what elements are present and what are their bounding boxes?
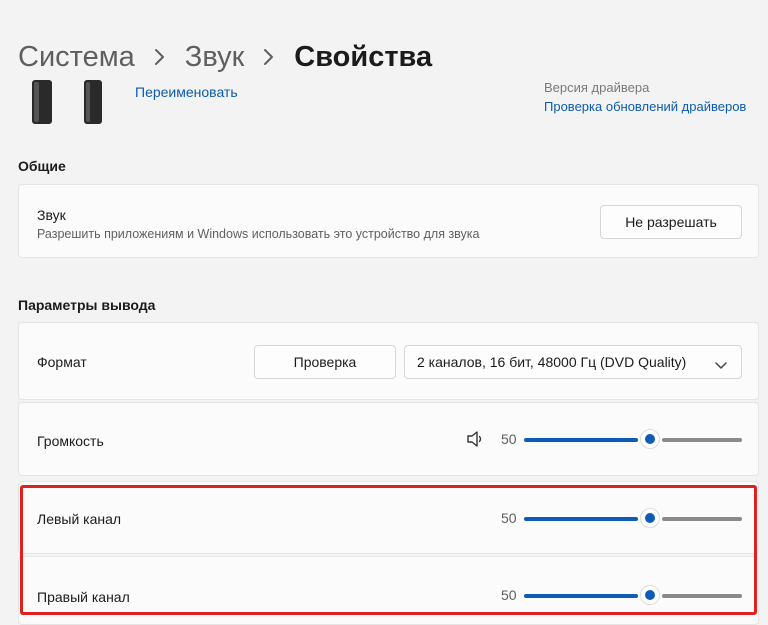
slider-track-filled — [524, 517, 638, 521]
page-title: Свойства — [294, 40, 433, 73]
volume-value: 50 — [501, 431, 517, 447]
speaker-icon[interactable] — [465, 429, 485, 449]
chevron-right-icon — [258, 47, 280, 67]
slider-track-rest — [662, 438, 742, 442]
sound-card: Звук Разрешить приложениям и Windows исп… — [18, 184, 759, 258]
format-select[interactable]: 2 каналов, 16 бит, 48000 Гц (DVD Quality… — [404, 345, 742, 379]
format-card: Формат Проверка 2 каналов, 16 бит, 48000… — [18, 322, 759, 400]
slider-track-rest — [662, 517, 742, 521]
general-section-title: Общие — [18, 158, 66, 174]
dont-allow-button[interactable]: Не разрешать — [600, 205, 742, 239]
breadcrumb-sound[interactable]: Звук — [185, 41, 244, 74]
format-label: Формат — [37, 354, 87, 370]
sound-card-subtitle: Разрешить приложениям и Windows использо… — [37, 227, 480, 241]
right-channel-card: Правый канал 50 — [18, 556, 759, 625]
left-channel-label: Левый канал — [37, 511, 122, 527]
output-section-title: Параметры вывода — [18, 297, 156, 313]
volume-label: Громкость — [37, 433, 104, 449]
right-channel-label: Правый канал — [37, 589, 130, 605]
breadcrumb-system[interactable]: Система — [18, 41, 135, 74]
slider-track-filled — [524, 438, 638, 442]
right-channel-value: 50 — [501, 587, 517, 603]
slider-thumb[interactable] — [640, 508, 660, 528]
left-channel-value: 50 — [501, 510, 517, 526]
chevron-right-icon — [149, 47, 171, 67]
slider-thumb[interactable] — [640, 585, 660, 605]
chevron-down-icon — [715, 357, 727, 369]
sound-card-title: Звук — [37, 207, 66, 223]
left-channel-slider[interactable] — [524, 508, 742, 528]
test-button[interactable]: Проверка — [254, 345, 396, 379]
left-channel-card: Левый канал 50 — [18, 481, 759, 554]
right-channel-slider[interactable] — [524, 585, 742, 605]
speakers-icon — [30, 80, 110, 126]
driver-version-text: Версия драйвера — [544, 80, 650, 95]
volume-card: Громкость 50 — [18, 402, 759, 476]
slider-track-rest — [662, 594, 742, 598]
format-select-value: 2 каналов, 16 бит, 48000 Гц (DVD Quality… — [417, 354, 687, 370]
rename-link[interactable]: Переименовать — [135, 84, 238, 100]
volume-slider[interactable] — [524, 429, 742, 449]
breadcrumb: Система Звук Свойства — [18, 36, 432, 78]
slider-track-filled — [524, 594, 638, 598]
slider-thumb[interactable] — [640, 429, 660, 449]
check-driver-updates-link[interactable]: Проверка обновлений драйверов — [544, 99, 746, 114]
